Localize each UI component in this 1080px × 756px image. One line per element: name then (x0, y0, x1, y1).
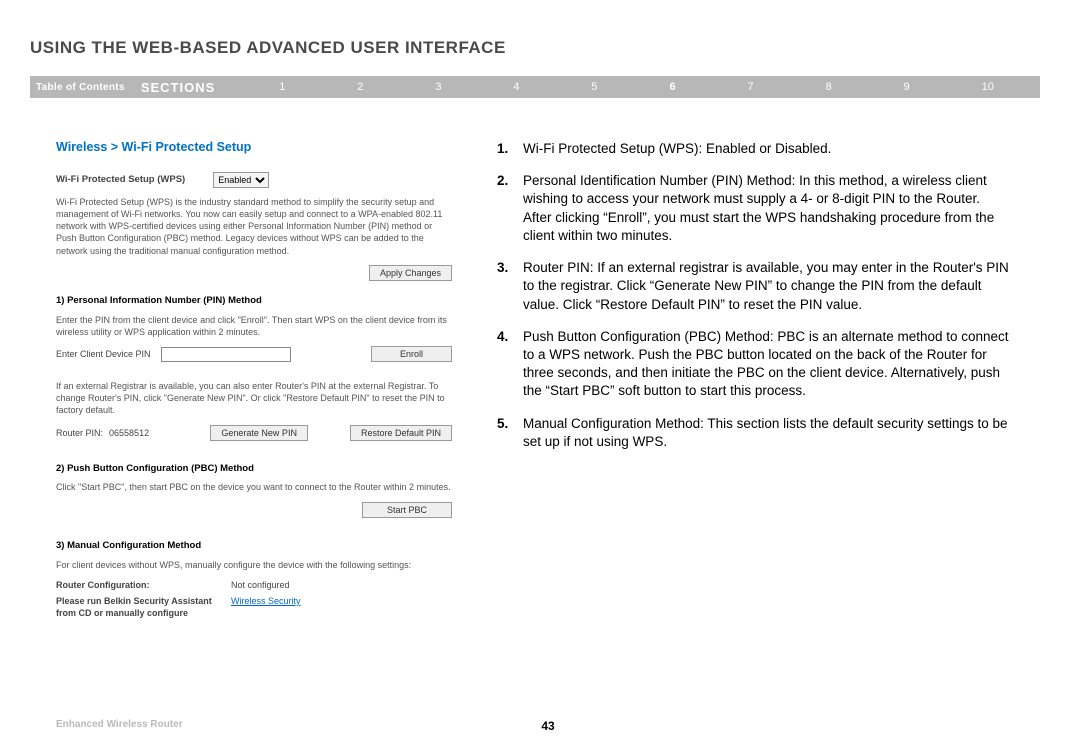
list-item: 5.Manual Configuration Method: This sect… (497, 415, 1010, 451)
page-title: USING THE WEB-BASED ADVANCED USER INTERF… (30, 38, 1040, 58)
sections-label: SECTIONS (141, 80, 243, 95)
section-link-10[interactable]: 10 (982, 81, 994, 93)
pin-method-desc: Enter the PIN from the client device and… (56, 314, 452, 338)
breadcrumb: Wireless > Wi-Fi Protected Setup (56, 140, 452, 154)
wps-label: Wi-Fi Protected Setup (WPS) (56, 174, 185, 187)
footer: Enhanced Wireless Router 43 (56, 719, 1040, 730)
page-container: USING THE WEB-BASED ADVANCED USER INTERF… (0, 0, 1080, 756)
product-name: Enhanced Wireless Router (56, 719, 183, 730)
client-pin-input[interactable] (161, 347, 291, 362)
router-pin-value: 06558512 (109, 427, 149, 439)
enroll-button[interactable]: Enroll (371, 346, 452, 362)
nav-bar: Table of Contents SECTIONS 1 2 3 4 5 6 7… (30, 76, 1040, 98)
list-item: 4.Push Button Configuration (PBC) Method… (497, 328, 1010, 401)
router-pin-label: Router PIN: (56, 427, 103, 439)
content-area: Wireless > Wi-Fi Protected Setup Wi-Fi P… (30, 140, 1040, 619)
router-conf-value: Not configured (231, 579, 452, 591)
generate-pin-button[interactable]: Generate New PIN (210, 425, 308, 441)
toc-link[interactable]: Table of Contents (30, 82, 141, 93)
instructions-list: 1.Wi-Fi Protected Setup (WPS): Enabled o… (497, 140, 1010, 451)
manual-desc: For client devices without WPS, manually… (56, 559, 452, 571)
apply-changes-button[interactable]: Apply Changes (369, 265, 452, 281)
section-link-9[interactable]: 9 (904, 81, 910, 93)
pbc-desc: Click "Start PBC", then start PBC on the… (56, 481, 452, 493)
section-link-3[interactable]: 3 (435, 81, 441, 93)
section-link-1[interactable]: 1 (279, 81, 285, 93)
manual-heading: 3) Manual Configuration Method (56, 540, 452, 553)
section-link-7[interactable]: 7 (748, 81, 754, 93)
wps-intro-text: Wi-Fi Protected Setup (WPS) is the indus… (56, 196, 452, 257)
list-item: 2.Personal Identification Number (PIN) M… (497, 172, 1010, 245)
pin-method-heading: 1) Personal Information Number (PIN) Met… (56, 295, 452, 308)
section-link-8[interactable]: 8 (826, 81, 832, 93)
please-run-label: Please run Belkin Security Assistant fro… (56, 595, 231, 619)
list-item: 1.Wi-Fi Protected Setup (WPS): Enabled o… (497, 140, 1010, 158)
router-conf-label: Router Configuration: (56, 579, 231, 591)
wps-select[interactable]: Enabled (213, 172, 269, 188)
right-column: 1.Wi-Fi Protected Setup (WPS): Enabled o… (497, 140, 1040, 619)
wireless-security-link[interactable]: Wireless Security (231, 595, 452, 619)
restore-pin-button[interactable]: Restore Default PIN (350, 425, 452, 441)
registrar-desc: If an external Registrar is available, y… (56, 380, 452, 416)
section-link-4[interactable]: 4 (513, 81, 519, 93)
pbc-heading: 2) Push Button Configuration (PBC) Metho… (56, 463, 452, 476)
screenshot-panel: Wi-Fi Protected Setup (WPS) Enabled Wi-F… (56, 172, 452, 619)
section-numbers: 1 2 3 4 5 6 7 8 9 10 (243, 81, 1040, 93)
section-link-2[interactable]: 2 (357, 81, 363, 93)
page-number: 43 (541, 719, 554, 733)
section-link-6-active[interactable]: 6 (669, 81, 675, 93)
left-column: Wireless > Wi-Fi Protected Setup Wi-Fi P… (30, 140, 452, 619)
start-pbc-button[interactable]: Start PBC (362, 502, 452, 518)
list-item: 3.Router PIN: If an external registrar i… (497, 259, 1010, 314)
enter-pin-label: Enter Client Device PIN (56, 348, 151, 360)
section-link-5[interactable]: 5 (591, 81, 597, 93)
